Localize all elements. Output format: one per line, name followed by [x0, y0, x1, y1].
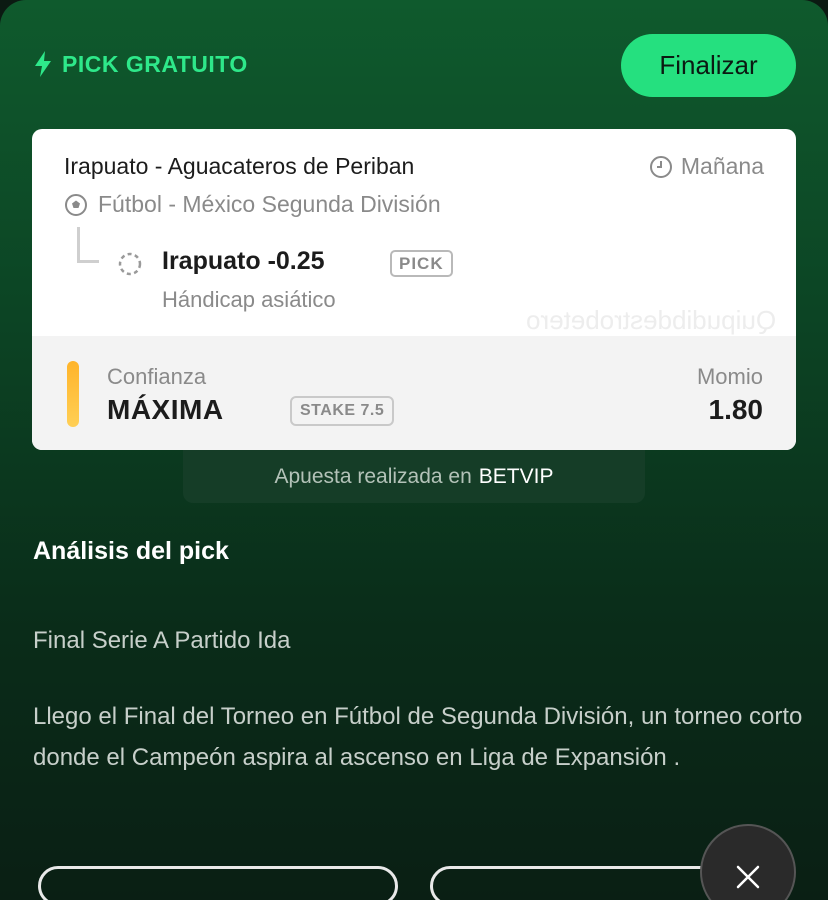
confidence-value: MÁXIMA [107, 394, 224, 425]
stake-badge: STAKE 7.5 [290, 396, 395, 426]
match-name: Irapuato - Aguacateros de Periban [64, 153, 415, 179]
pick-selection: Irapuato -0.25 [162, 247, 325, 275]
sport-league: Fútbol - México Segunda División [64, 191, 441, 218]
soccer-ball-icon [65, 193, 87, 216]
pick-card: Irapuato - Aguacateros de Periban Mañana… [32, 129, 796, 450]
pick-market: Hándicap asiático [162, 287, 336, 312]
analysis-subtitle: Final Serie A Partido Ida [33, 627, 291, 654]
odds-value: 1.80 [708, 394, 764, 425]
sheet-header: PICK GRATUITO [32, 50, 248, 78]
lightning-bolt-icon [35, 51, 51, 77]
confidence-label: Confianza [107, 364, 207, 389]
pick-badge: PICK [390, 250, 453, 277]
bookmaker-name: BETVIP [478, 464, 554, 488]
clock-icon [649, 155, 672, 178]
pick-detail-sheet: PICK GRATUITO Finalizar Irapuato - Aguac… [0, 0, 828, 900]
sport-league-label: Fútbol - México Segunda División [98, 191, 441, 217]
confidence-section: Confianza MÁXIMA STAKE 7.5 Momio 1.80 [32, 336, 796, 450]
pending-status-icon [118, 252, 142, 276]
action-pill-button[interactable] [38, 866, 398, 900]
close-button[interactable] [700, 824, 796, 900]
bet-placed-prefix: Apuesta realizada en [274, 464, 472, 488]
confidence-bar [67, 361, 79, 427]
match-time-label: Mañana [680, 153, 764, 179]
analysis-body: Llego el Final del Torneo en Fútbol de S… [33, 703, 803, 771]
bet-placed-banner: Apuesta realizada en BETVIP [183, 450, 645, 503]
odds-label: Momio [696, 364, 763, 389]
tree-connector [77, 227, 99, 263]
sheet-title: PICK GRATUITO [62, 50, 248, 77]
close-icon [736, 865, 760, 889]
match-time: Mañana [649, 153, 764, 180]
finalize-button[interactable]: Finalizar [621, 34, 796, 97]
action-pill-button[interactable] [430, 866, 720, 900]
analysis-title: Análisis del pick [33, 537, 229, 565]
watermark-text: Quipudibdestrobetero [525, 305, 776, 335]
